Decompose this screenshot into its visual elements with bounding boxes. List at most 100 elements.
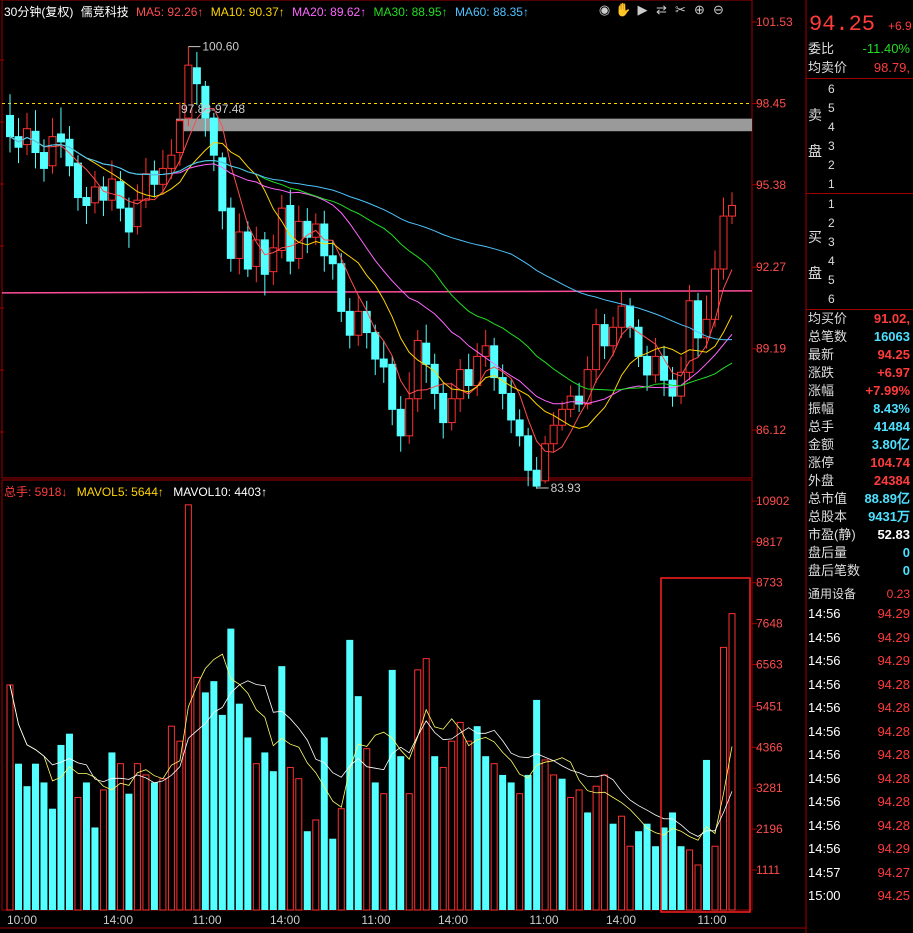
candle-body [439, 392, 448, 424]
chart-header: 30分钟(复权) 儒竞科技 MA5: 92.26↑ MA10: 90.37↑ M… [4, 3, 533, 20]
weibi-row: 委比 -11.40% [808, 40, 912, 58]
tick-time: 14:56 [808, 700, 841, 715]
stat-row: 总手 41484 [808, 418, 912, 436]
volume-bar [99, 789, 107, 911]
stat-label: 盘后量 [808, 545, 848, 560]
volume-bar [575, 789, 583, 911]
stat-row: 金额 3.80亿 [808, 436, 912, 454]
tick-time: 14:56 [808, 653, 841, 668]
candle-body [405, 398, 414, 437]
tools-icon[interactable]: ✂ [671, 2, 690, 18]
x-axis-label: 11:00 [529, 913, 558, 927]
candle-body [515, 419, 524, 437]
ma30-label: MA30: 88.95↑ [373, 5, 448, 19]
tick-price: 94.28 [877, 817, 910, 833]
volume-bar [193, 676, 201, 911]
stat-label: 涨幅 [808, 383, 835, 398]
vol-tick-label: 4366 [756, 740, 783, 754]
volume-bar [609, 823, 617, 910]
stat-row: 均买价 91.02, [808, 310, 912, 328]
stat-label: 总笔数 [808, 329, 848, 344]
volume-bar [159, 778, 167, 911]
ma20-line [9, 136, 733, 405]
zoom-out-icon[interactable]: ⊖ [709, 2, 728, 18]
x-axis-label: 14:00 [438, 913, 468, 927]
kline-chart[interactable]: 101.53 98.45 95.38 92.27 89.19 86.12 100.60 83.… [0, 0, 913, 933]
volume-bar [592, 785, 600, 911]
eye-icon[interactable]: ◉ [595, 2, 614, 18]
shuffle-icon[interactable]: ⇄ [652, 2, 671, 18]
volume-bar [371, 782, 379, 910]
candle-body [719, 215, 728, 270]
volume-bar [337, 808, 345, 911]
zoom-in-icon[interactable]: ⊕ [690, 2, 709, 18]
tick-time: 15:00 [808, 888, 841, 903]
price-change: +6.9 [888, 19, 912, 33]
volume-bar [439, 766, 447, 911]
candle-body [362, 310, 371, 334]
volume-bar [507, 782, 515, 910]
sell-label: 卖盘 [808, 107, 822, 159]
high-annotation: 100.60 [202, 40, 239, 54]
buy-level: 2 [828, 216, 835, 230]
buy-level: 5 [828, 273, 835, 287]
stat-value: +6.97 [877, 365, 910, 380]
candle-body [73, 162, 82, 199]
chart-toolbar: ◉ ✋ ▶ ⇄ ✂ ⊕ ⊖ [595, 2, 728, 18]
ma20-label: MA20: 89.62↑ [292, 5, 367, 19]
volume-bar [490, 763, 498, 911]
volume-bar [312, 819, 320, 911]
volume-bar [499, 774, 507, 910]
candle-body [56, 133, 65, 143]
candle-body [379, 358, 388, 368]
panel-separator [806, 309, 913, 310]
buy-level: 1 [828, 197, 835, 211]
candle-body [651, 355, 660, 376]
ma10-line [9, 136, 733, 429]
tick-row: 14:56 94.29 [808, 653, 912, 668]
volume-bar [414, 669, 422, 911]
candle-body [260, 239, 269, 275]
tick-price: 94.29 [877, 629, 910, 645]
tick-row: 14:56 94.28 [808, 677, 912, 692]
candle-body [456, 369, 465, 400]
vol-tick-label: 6563 [756, 658, 783, 672]
candle-body [575, 395, 584, 405]
stat-row: 盘后笔数 0 [808, 562, 912, 580]
tick-row: 14:56 94.28 [808, 700, 912, 715]
vol-tick-label: 9817 [756, 535, 783, 549]
candle-body [107, 178, 116, 201]
volume-bar [473, 726, 481, 910]
tick-time: 14:56 [808, 606, 841, 621]
volume-bar [23, 786, 31, 910]
volume-bar [269, 771, 277, 910]
stat-value: 52.83 [877, 527, 910, 542]
x-axis-label: 14:00 [103, 913, 133, 927]
stat-row: 最新 94.25 [808, 346, 912, 364]
tick-time: 14:56 [808, 817, 841, 833]
vol-tick-label: 8733 [756, 576, 783, 590]
volume-bar [516, 793, 524, 911]
tick-row: 14:56 94.28 [808, 818, 912, 833]
volume-bar [465, 740, 473, 911]
jmj-label: 均卖价 [808, 60, 848, 75]
sell-level: 3 [828, 139, 835, 153]
stat-value: 91.02, [873, 311, 910, 326]
tick-row: 14:56 94.29 [808, 841, 912, 856]
tick-price: 94.25 [877, 888, 910, 903]
volume-bar [643, 823, 651, 910]
buy-level: 6 [828, 292, 835, 306]
stat-value: 24384 [873, 473, 910, 488]
price-tick-label: 101.53 [756, 15, 793, 29]
tick-price: 94.27 [877, 864, 910, 880]
volume-bar [380, 793, 388, 911]
candle-body [6, 114, 14, 138]
volume-bar [711, 845, 719, 911]
x-axis-label: 11:00 [192, 913, 221, 927]
volume-bar [405, 793, 413, 911]
play-icon[interactable]: ▶ [633, 2, 652, 18]
candle-body [235, 231, 244, 259]
stat-row: 涨停 104.74 [808, 454, 912, 472]
hand-icon[interactable]: ✋ [614, 2, 633, 18]
tick-price: 94.28 [877, 794, 910, 809]
